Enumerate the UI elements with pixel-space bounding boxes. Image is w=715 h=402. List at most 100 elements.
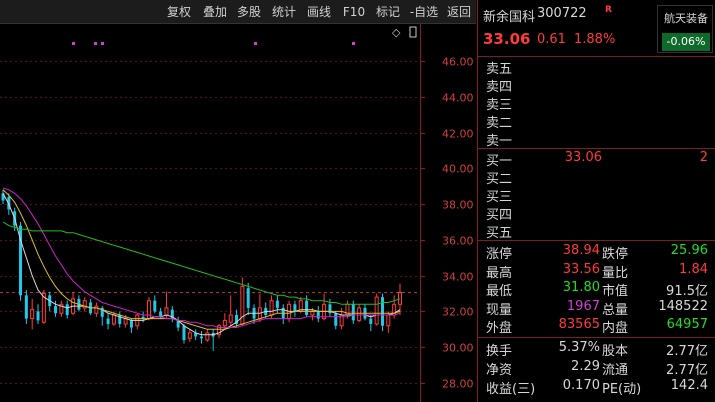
fundamental-label: 股本 (602, 344, 629, 359)
divider (478, 56, 715, 57)
moving-average-line (2, 221, 401, 305)
fundamental-value: 2.29 (571, 359, 600, 374)
stock-code: 300722 (537, 6, 587, 21)
fundamental-label: 净资 (486, 363, 513, 378)
multi-stock-button[interactable]: 多股 (232, 0, 266, 24)
stat-value: 64957 (666, 317, 708, 332)
fundamental-value: 0.170 (562, 378, 600, 393)
stat-label: 最低 (486, 284, 513, 299)
candle-body (228, 314, 233, 323)
remove-watchlist-button[interactable]: -自选 (406, 0, 442, 24)
stat-value: 148522 (658, 298, 708, 314)
candle-body (380, 297, 384, 326)
price-tick-label: 46.00 (442, 56, 474, 69)
bid-level-label: 买一 (486, 154, 513, 169)
kline-chart[interactable]: 46.00 44.00 42.00 40.00 38.00 36.00 34.00 32.00… (0, 24, 476, 402)
bid-level-label: 买五 (486, 226, 513, 241)
stat-value: 33.56 (562, 261, 600, 277)
candle-body (164, 307, 169, 316)
candle-body (310, 310, 315, 316)
stat-label: 现量 (486, 302, 513, 318)
bid-level-label: 买四 (486, 208, 513, 223)
divider (478, 337, 715, 338)
price-tick-label: 30.00 (442, 342, 474, 355)
price-tick-label: 44.00 (442, 92, 474, 105)
price-tick-label: 32.00 (442, 306, 474, 319)
chart-toolbar: 复权 叠加 多股 统计 画线 F10 标记 -自选 返回 (0, 0, 476, 24)
fundamental-value: 5.37% (558, 340, 600, 355)
divider (478, 240, 715, 241)
draw-line-button[interactable]: 画线 (302, 0, 336, 24)
mark-button[interactable]: 标记 (371, 0, 405, 24)
overlay-button[interactable]: 叠加 (198, 0, 232, 24)
restore-rights-button[interactable]: 复权 (162, 0, 196, 24)
bid-level-label: 买三 (486, 190, 513, 205)
stat-value: 91.5亿 (666, 284, 708, 299)
candle-body (246, 288, 250, 308)
stat-label: 外盘 (486, 321, 513, 336)
candle-body (187, 332, 192, 339)
margin-badge: R (605, 5, 612, 15)
candle-body (374, 296, 379, 325)
sector-box[interactable]: 航天装备 -0.06% (657, 5, 713, 53)
candle-body (111, 314, 116, 325)
stat-label: 最高 (486, 265, 513, 281)
stat-value: 1.84 (679, 261, 708, 277)
stat-label: 涨停 (486, 247, 513, 262)
stat-label: 总量 (602, 302, 629, 318)
candle-body (316, 311, 320, 319)
stat-value: 25.96 (670, 243, 708, 258)
price-tick-label: 38.00 (442, 199, 474, 212)
candle-body (146, 300, 151, 320)
candle-body (222, 319, 227, 327)
stat-label: 量比 (602, 265, 629, 281)
event-marker (72, 42, 75, 45)
candle-body (334, 313, 338, 326)
candle-body (182, 325, 186, 341)
candle-body (94, 305, 99, 314)
stock-name[interactable]: 新余国科 (483, 6, 535, 25)
price-tick-label: 40.00 (442, 163, 474, 176)
candle-body (129, 320, 133, 328)
candle-body (351, 304, 355, 321)
candle-body (357, 307, 362, 321)
back-button[interactable]: 返回 (443, 0, 475, 24)
candle-body (205, 332, 210, 341)
stat-value: 1967 (566, 298, 600, 314)
candle-body (106, 318, 110, 324)
ask-level-label: 卖四 (486, 80, 513, 95)
stat-label: 市值 (602, 284, 629, 299)
candle-body (293, 304, 297, 312)
fundamental-label: 流通 (602, 363, 629, 378)
candle-body (36, 311, 40, 321)
price-tick-label: 34.00 (442, 271, 474, 284)
price-change: 0.61 (537, 32, 566, 47)
kline-svg[interactable]: 46.00 44.00 42.00 40.00 38.00 36.00 34.00 32.00… (0, 24, 476, 402)
ask-level-label: 卖一 (486, 134, 513, 149)
statistics-button[interactable]: 统计 (267, 0, 301, 24)
stat-label: 内盘 (602, 321, 629, 336)
candle-body (275, 300, 279, 308)
candle-body (30, 309, 35, 320)
price-tick-label: 42.00 (442, 128, 474, 141)
ask-level-label: 卖五 (486, 62, 513, 77)
candle-body (269, 300, 274, 316)
candle-body (398, 291, 402, 305)
price-tick-label: 36.00 (442, 235, 474, 248)
fundamental-label: 换手 (486, 344, 513, 359)
quote-panel: 新余国科 300722 R 33.06 0.61 1.88% 航天装备 -0.0… (477, 0, 715, 402)
event-marker (101, 42, 104, 45)
candle-body (24, 295, 28, 319)
diamond-icon: ◇ (392, 26, 401, 39)
ask-level-label: 卖三 (486, 98, 513, 113)
candle-body (153, 300, 157, 312)
candle-body (65, 304, 69, 316)
ask-level-label: 卖二 (486, 116, 513, 131)
candle-body (200, 336, 203, 339)
stat-value: 31.80 (562, 280, 600, 295)
price-change-pct: 1.88% (574, 32, 616, 47)
stat-value: 83565 (558, 317, 600, 332)
sector-change-pct: -0.06% (662, 33, 710, 51)
candle-body (369, 318, 373, 324)
f10-button[interactable]: F10 (338, 0, 370, 24)
